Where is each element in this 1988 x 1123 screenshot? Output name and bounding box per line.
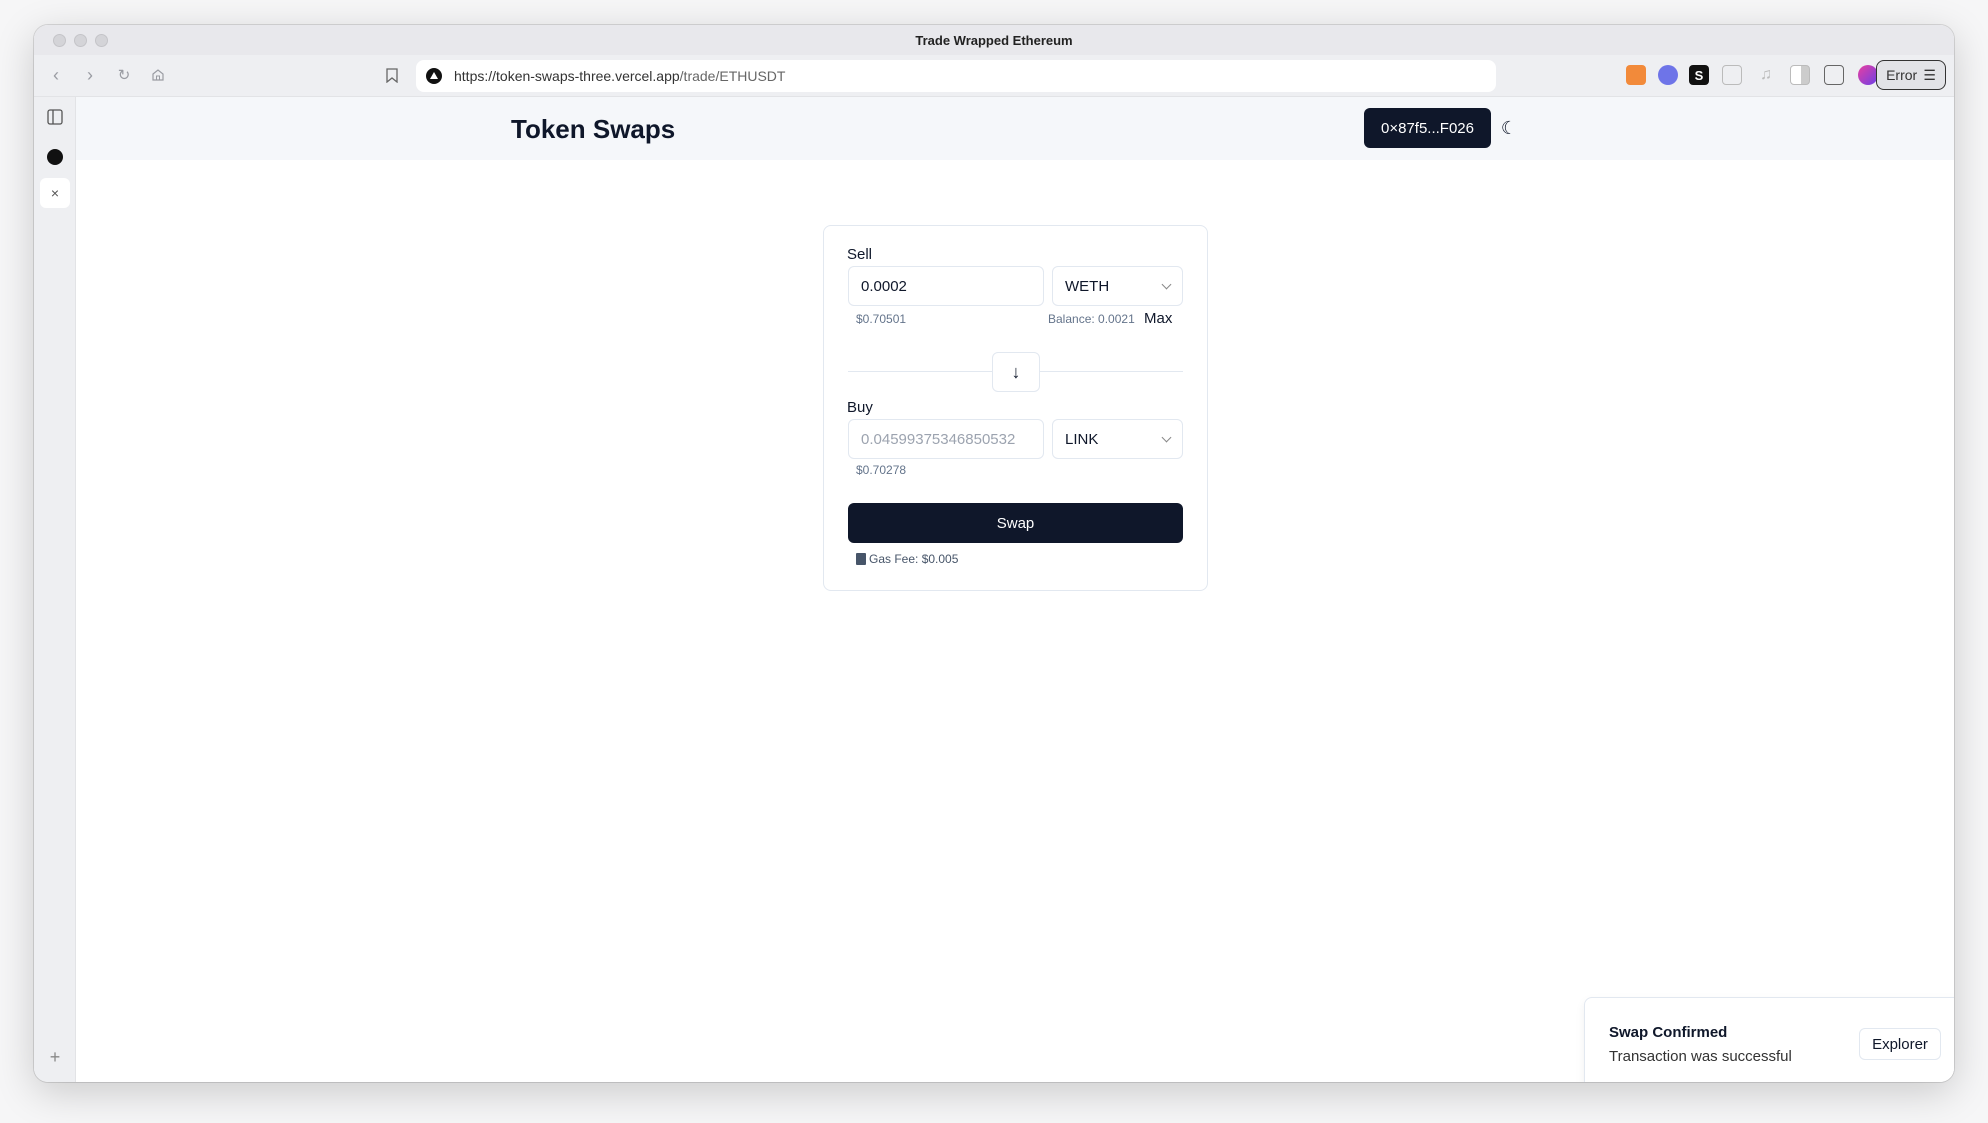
error-menu-button[interactable]: Error ☰ xyxy=(1876,60,1946,90)
wallet-address-button[interactable]: 0×87f5...F026 xyxy=(1364,108,1491,148)
reload-icon[interactable]: ↻ xyxy=(112,63,136,87)
switch-direction-button[interactable]: ↓ xyxy=(992,352,1040,392)
new-tab-button[interactable]: + xyxy=(40,1042,70,1072)
close-tab-button[interactable]: × xyxy=(40,178,70,208)
buy-label: Buy xyxy=(847,399,873,416)
buy-usd-value: $0.70278 xyxy=(856,463,907,477)
window-controls xyxy=(53,34,108,47)
app-brand[interactable]: Token Swaps xyxy=(511,114,675,145)
hamburger-icon: ☰ xyxy=(1923,66,1936,83)
site-favicon-icon xyxy=(426,68,442,84)
close-window-button[interactable] xyxy=(53,34,66,47)
browser-toolbar: ‹ › ↻ https://token-swaps-three.vercel.a… xyxy=(34,55,1954,97)
s-extension-icon[interactable]: S xyxy=(1689,65,1709,85)
sell-token-value: WETH xyxy=(1065,277,1110,295)
sell-balance: Balance: 0.0021 xyxy=(1048,312,1135,326)
close-icon: × xyxy=(50,185,60,201)
puzzle-icon[interactable] xyxy=(1722,65,1742,85)
toggle-sidebar-icon[interactable] xyxy=(40,102,70,132)
sidebar-icon[interactable] xyxy=(1790,65,1810,85)
sell-amount-input[interactable]: 0.0002 xyxy=(848,266,1044,306)
explorer-button[interactable]: Explorer xyxy=(1859,1028,1941,1060)
site-tab-icon[interactable] xyxy=(40,142,70,172)
plus-icon: + xyxy=(49,1046,61,1067)
sell-label: Sell xyxy=(847,246,873,263)
page-content: Token Swaps 0×87f5...F026 ☾ Sell 0.0002 … xyxy=(76,97,1954,1082)
forward-icon[interactable]: › xyxy=(78,63,102,87)
error-label: Error xyxy=(1886,67,1918,83)
gas-fee: Gas Fee: $0.005 xyxy=(856,552,958,566)
swap-button[interactable]: Swap xyxy=(848,503,1183,543)
sell-token-select[interactable]: WETH xyxy=(1052,266,1183,306)
browser-sidebar: × + xyxy=(34,97,76,1082)
url-path: /trade/ETHUSDT xyxy=(679,68,786,84)
gas-pump-icon xyxy=(856,553,866,565)
bookmark-icon[interactable] xyxy=(380,63,404,87)
title-bar: Trade Wrapped Ethereum xyxy=(34,25,1954,55)
swap-card: Sell 0.0002 WETH $0.70501 Balance: 0.002… xyxy=(823,225,1208,591)
toast-description: Transaction was successful xyxy=(1609,1048,1792,1065)
arrow-down-icon: ↓ xyxy=(1011,361,1021,382)
chevron-down-icon xyxy=(1161,279,1172,289)
toast-title: Swap Confirmed xyxy=(1609,1024,1728,1041)
metamask-icon[interactable] xyxy=(1626,65,1646,85)
wallet-icon[interactable] xyxy=(1824,65,1844,85)
buy-amount-input[interactable]: 0.04599375346850532 xyxy=(848,419,1044,459)
maximize-window-button[interactable] xyxy=(95,34,108,47)
globe-extension-icon[interactable] xyxy=(1858,65,1878,85)
home-icon[interactable] xyxy=(146,63,170,87)
rabby-icon[interactable] xyxy=(1658,65,1678,85)
address-bar[interactable]: https://token-swaps-three.vercel.app/tra… xyxy=(416,60,1496,92)
back-icon[interactable]: ‹ xyxy=(44,63,68,87)
chevron-down-icon xyxy=(1161,432,1172,442)
minimize-window-button[interactable] xyxy=(74,34,87,47)
moon-icon[interactable]: ☾ xyxy=(1498,117,1520,139)
gas-fee-text: Gas Fee: $0.005 xyxy=(869,552,959,566)
url-host: https://token-swaps-three.vercel.app xyxy=(454,68,680,84)
sell-usd-value: $0.70501 xyxy=(856,312,907,326)
window-title: Trade Wrapped Ethereum xyxy=(915,32,1073,48)
max-button[interactable]: Max xyxy=(1144,310,1172,327)
app-header: Token Swaps 0×87f5...F026 ☾ xyxy=(76,97,1954,160)
music-icon[interactable]: ♫ xyxy=(1756,65,1776,85)
browser-window: Trade Wrapped Ethereum ‹ › ↻ https://tok… xyxy=(34,25,1954,1082)
toast-notification: Swap Confirmed Transaction was successfu… xyxy=(1584,997,1954,1082)
buy-token-value: LINK xyxy=(1065,430,1099,448)
buy-token-select[interactable]: LINK xyxy=(1052,419,1183,459)
